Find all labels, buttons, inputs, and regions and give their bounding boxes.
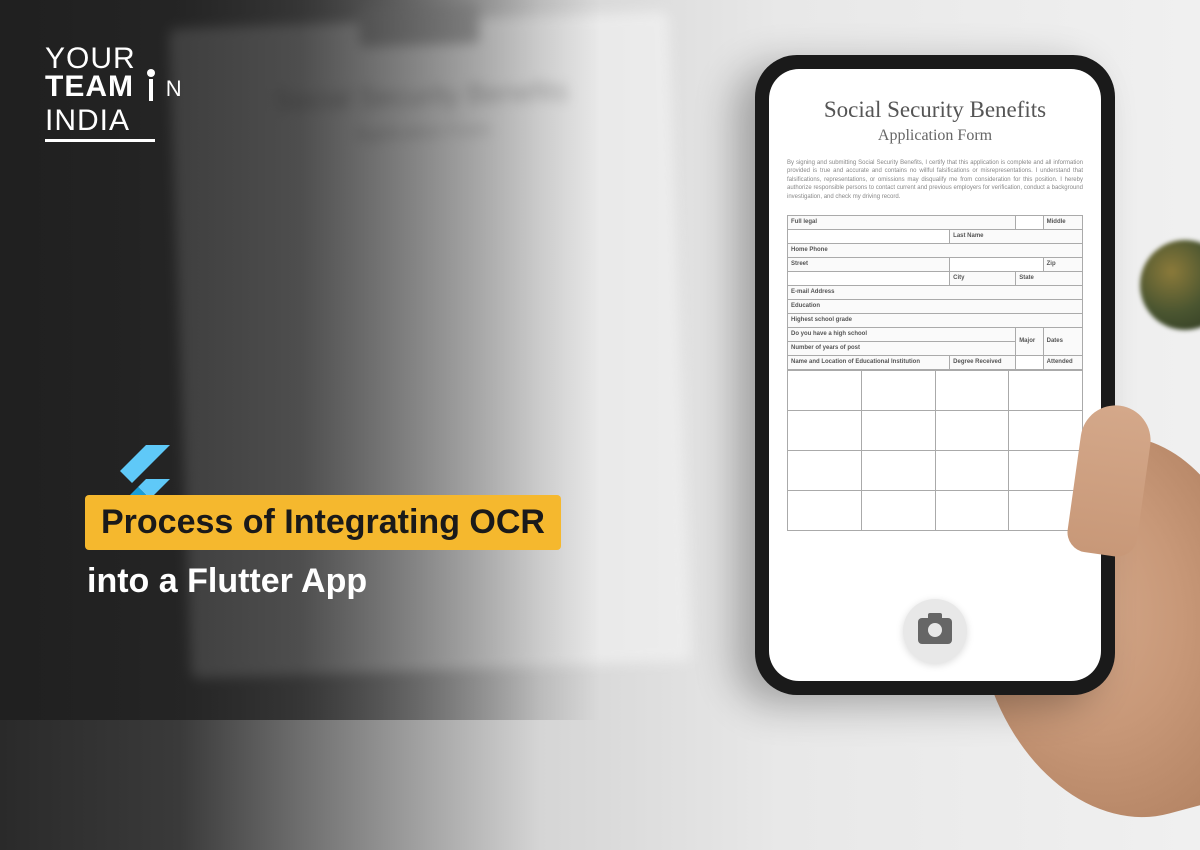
headline-plain: into a Flutter App	[85, 558, 561, 605]
camera-icon	[918, 618, 952, 644]
logo-line-3: INDIA	[45, 107, 130, 135]
field-street: Street	[788, 257, 950, 271]
field-state: State	[1016, 271, 1083, 285]
phone-screen: Social Security Benefits Application For…	[769, 69, 1101, 681]
field-city: City	[950, 271, 1016, 285]
logo-underline	[45, 139, 155, 142]
phone-doc-title: Social Security Benefits	[787, 97, 1083, 123]
field-email: E-mail Address	[788, 285, 1083, 299]
field-last-name: Last Name	[950, 229, 1083, 243]
field-dates: Dates	[1043, 327, 1082, 355]
field-institution: Name and Location of Educational Institu…	[788, 355, 950, 369]
field-home-phone: Home Phone	[788, 243, 1083, 257]
camera-capture-button[interactable]	[903, 599, 967, 663]
phone-form-table: Full legal Middle Last Name Home Phone S…	[787, 215, 1083, 370]
field-highest-grade: Highest school grade	[788, 313, 1083, 327]
field-high-school: Do you have a high school	[788, 327, 1016, 341]
field-education: Education	[788, 299, 1083, 313]
field-years-post: Number of years of post	[788, 341, 1016, 355]
phone-mockup: Social Security Benefits Application For…	[755, 55, 1115, 695]
logo-line-1: YOUR	[45, 45, 183, 73]
field-degree: Degree Received	[950, 355, 1016, 369]
phone-form-table-blank	[787, 370, 1083, 531]
field-major: Major	[1016, 327, 1043, 355]
phone-doc-disclaimer: By signing and submitting Social Securit…	[787, 159, 1083, 201]
person-icon	[146, 73, 156, 108]
globe-decoration	[1140, 240, 1200, 330]
field-middle: Middle	[1043, 215, 1082, 229]
headline-block: Process of Integrating OCR into a Flutte…	[85, 495, 561, 605]
logo-line-2: TEAM	[45, 73, 134, 101]
field-attended: Attended	[1043, 355, 1082, 369]
headline-highlighted: Process of Integrating OCR	[85, 495, 561, 550]
phone-frame: Social Security Benefits Application For…	[755, 55, 1115, 695]
phone-doc-subtitle: Application Form	[787, 127, 1083, 145]
field-full-legal: Full legal	[788, 215, 1016, 229]
field-zip: Zip	[1043, 257, 1082, 271]
brand-logo: YOUR TEAM N INDIA	[45, 45, 183, 142]
